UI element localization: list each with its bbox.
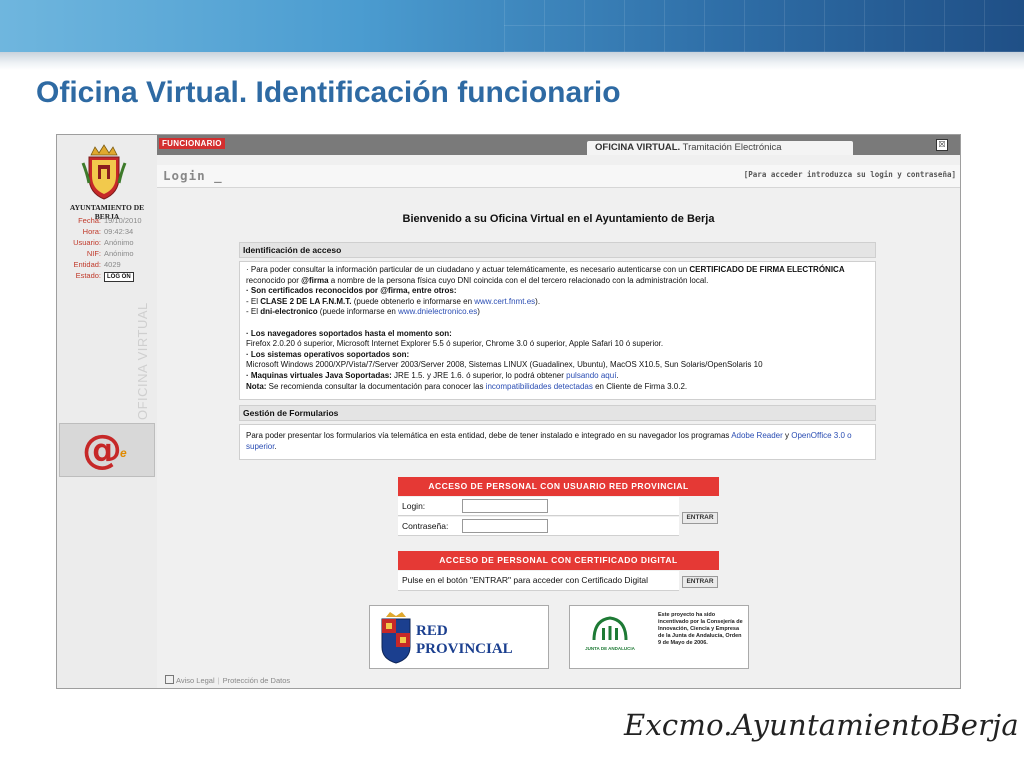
at-sign-icon: @ [82,427,122,473]
identificacion-content: · Para poder consultar la información pa… [239,261,876,400]
red-provincial-text: RED PROVINCIAL [416,623,513,657]
info-key: Hora: [82,227,101,236]
tab-subtitle: Tramitación Electrónica [680,142,782,153]
info-paragraph: Nota: Se recomienda consultar la documen… [246,381,688,391]
info-paragraph: Firefox 2.0.20 ó superior, Microsoft Int… [246,339,664,349]
dnie-link[interactable]: www.dnielectronico.es [398,307,477,316]
aviso-legal-link[interactable]: Aviso Legal [176,676,215,685]
close-icon[interactable]: ☒ [936,139,948,151]
proteccion-datos-link[interactable]: Protección de Datos [223,676,291,685]
info-row-nif: NIF: Anónimo [57,248,157,259]
password-row: Contraseña: [398,517,679,536]
info-row-usuario: Usuario: Anónimo [57,237,157,248]
session-info: Fecha: 19/10/2010 Hora: 09:42:34 Usuario: A… [57,215,157,282]
info-paragraph: - El CLASE 2 DE LA F.N.M.T. (puede obten… [246,296,541,306]
tab-oficina-virtual[interactable]: OFICINA VIRTUAL. Tramitación Electrónica [587,141,853,155]
password-input[interactable] [462,519,548,533]
acceso-usuario-header: ACCESO DE PERSONAL CON USUARIO RED PROVI… [398,477,719,496]
oficina-virtual-screenshot: AYUNTAMIENTO DE BERJA Fecha: 19/10/2010 H… [56,134,961,689]
info-paragraph: - El dni-electronico (puede informarse e… [246,307,480,317]
slide-top-shade [0,52,1024,70]
firma-logo: @ e [59,423,155,477]
info-paragraph: · Son certificados reconocidos por @firm… [246,286,457,296]
info-value: 19/10/2010 [104,216,142,225]
info-value: Anónimo [104,238,134,247]
login-row: Login: [398,497,679,516]
acceso-usuario-form: Login: Contraseña: ENTRAR [398,497,719,537]
info-paragraph: · Para poder consultar la información pa… [246,265,845,285]
info-row-entidad: Entidad: 4029 [57,259,157,270]
login-title: Login _ [163,168,223,183]
main-panel: FUNCIONARIO OFICINA VIRTUAL. Tramitación… [157,135,960,688]
funcionario-badge: FUNCIONARIO [159,138,225,149]
info-key: Estado: [75,271,101,280]
crest-icon [81,144,127,200]
ayuntamiento-signature: Excmo.AyuntamientoBerja [624,708,1019,742]
acceso-certificado-header: ACCESO DE PERSONAL CON CERTIFICADO DIGIT… [398,551,719,570]
top-bar: FUNCIONARIO OFICINA VIRTUAL. Tramitación… [157,135,960,155]
fnmt-link[interactable]: www.cert.fnmt.es [474,297,535,306]
info-value: 09:42:34 [104,227,134,236]
junta-label: JUNTA DE ANDALUCIA [585,646,635,651]
login-input[interactable] [462,499,548,513]
login-hint: [Para acceder introduzca su login y cont… [743,170,956,179]
certificado-text: Pulse en el botón "ENTRAR" para acceder … [402,575,649,585]
vertical-section-label: OFICINA VIRTUAL [135,302,150,420]
entrar-certificado-button[interactable]: ENTRAR [682,576,718,588]
entrar-usuario-button[interactable]: ENTRAR [682,512,718,524]
junta-andalucia-logo: JUNTA DE ANDALUCIA Este proyecto ha sido… [569,605,749,669]
identificacion-header: Identificación de acceso [239,242,876,258]
formularios-header: Gestión de Formularios [239,405,876,421]
slide-title: Oficina Virtual. Identificación funciona… [36,76,621,109]
diputacion-shield-icon [381,612,411,664]
info-key: NIF: [86,249,101,258]
e-letter-icon: e [120,446,127,460]
tab-title: OFICINA VIRTUAL. [595,142,681,153]
footer-links: Aviso Legal | Protección de Datos [165,675,290,685]
slide-top-band [0,0,1024,52]
info-paragraph: · Los navegadores soportados hasta el mo… [246,328,452,338]
decorative-tiles [504,0,1024,52]
document-icon [165,675,174,684]
info-paragraph: · Los sistemas operativos soportados son… [246,349,410,359]
java-download-link[interactable]: pulsando aquí [566,371,616,380]
info-key: Usuario: [73,238,101,247]
info-key: Entidad: [73,260,101,269]
info-row-hora: Hora: 09:42:34 [57,226,157,237]
junta-funding-text: Este proyecto ha sido incentivado por la… [658,612,743,646]
info-row-estado: Estado: LOG ON [57,270,157,282]
welcome-heading: Bienvenido a su Oficina Virtual en el Ay… [402,213,715,225]
info-value: 4029 [104,260,121,269]
red-provincial-logo: RED PROVINCIAL [369,605,549,669]
incompatibilities-link[interactable]: incompatibilidades detectadas [486,382,593,391]
info-key: Fecha: [78,216,101,225]
sidebar: AYUNTAMIENTO DE BERJA Fecha: 19/10/2010 H… [57,135,158,688]
info-value: Anónimo [104,249,134,258]
adobe-reader-link[interactable]: Adobe Reader [731,431,783,440]
certificado-row: Pulse en el botón "ENTRAR" para acceder … [398,571,679,591]
info-paragraph: Microsoft Windows 2000/XP/Vista/7/Server… [246,360,763,370]
info-row-fecha: Fecha: 19/10/2010 [57,215,157,226]
login-bar: Login _ [Para acceder introduzca su logi… [157,165,960,188]
formularios-content: Para poder presentar los formularios vía… [239,424,876,460]
login-label: Login: [402,501,426,511]
acceso-certificado-form: Pulse en el botón "ENTRAR" para acceder … [398,571,719,591]
password-label: Contraseña: [402,521,449,531]
log-on-button[interactable]: LOG ON [104,272,134,282]
info-paragraph: · Maquinas virtuales Java Soportadas: JR… [246,370,619,380]
junta-emblem-icon [592,616,628,641]
